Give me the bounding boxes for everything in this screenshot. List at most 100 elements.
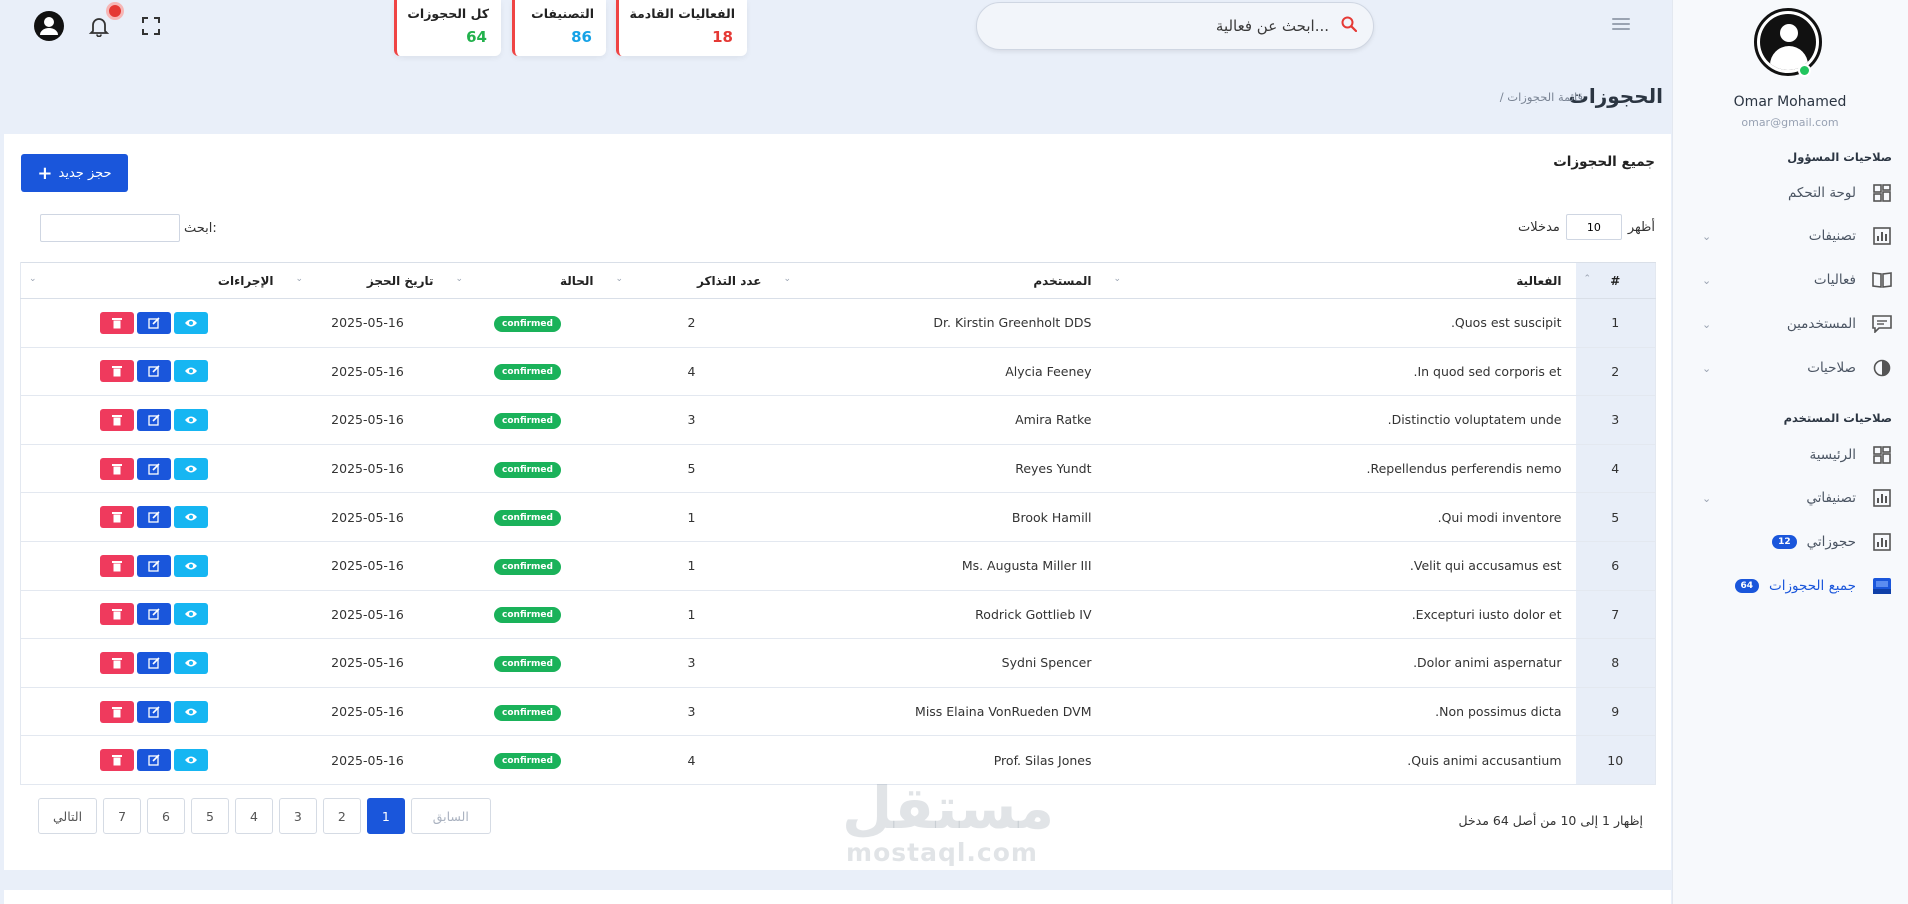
search-input[interactable]	[1019, 17, 1329, 35]
user-cell: Alycia Feeney	[775, 347, 1106, 397]
sidebar-item-home[interactable]: الرئيسية	[1672, 438, 1908, 472]
sidebar-item-dashboard[interactable]: لوحة التحكم	[1672, 176, 1908, 210]
watermark-latin: mostaql.com	[846, 838, 1038, 867]
pie-icon	[1872, 358, 1892, 378]
pagination-page[interactable]: 6	[147, 798, 185, 834]
table-row: 1 Quos est suscipit. Dr. Kirstin Greenholt…	[20, 298, 1656, 348]
chart-icon	[1872, 226, 1892, 246]
column-header-actions[interactable]: الإجراءات ⌄	[20, 262, 288, 299]
pagination-page[interactable]: 7	[103, 798, 142, 834]
pagination-page[interactable]: 4	[234, 798, 273, 834]
watermark: مستقل mostaql.com	[842, 778, 1054, 867]
eye-icon	[185, 562, 198, 570]
edit-button[interactable]	[137, 651, 172, 674]
user-avatar[interactable]	[1754, 8, 1822, 76]
sidebar-item-my-categories[interactable]: تصنيفاتي ⌄	[1672, 481, 1908, 515]
sidebar-item-all-bookings[interactable]: جميع الحجوزات 64	[1672, 569, 1908, 603]
book-icon	[1872, 270, 1892, 290]
view-button[interactable]	[174, 457, 209, 480]
edit-icon	[148, 657, 160, 669]
profile-icon[interactable]	[33, 10, 65, 42]
delete-button[interactable]	[100, 457, 135, 480]
menu-toggle-icon[interactable]	[1612, 18, 1630, 32]
eye-icon	[185, 756, 198, 764]
delete-button[interactable]	[100, 603, 135, 626]
pagination-page[interactable]: 3	[278, 798, 317, 834]
table-row: 5 Qui modi inventore. Brook Hamill 1 confirm…	[20, 492, 1656, 542]
edit-icon	[148, 365, 160, 378]
table-row: 4 Repellendus perferendis nemo. Reyes Yund…	[20, 444, 1656, 494]
column-header-event[interactable]: الفعالية ⌄	[1105, 262, 1576, 299]
tickets-cell: 4	[607, 347, 776, 397]
edit-button[interactable]	[137, 603, 172, 626]
delete-button[interactable]	[100, 749, 135, 772]
view-button[interactable]	[174, 311, 209, 334]
pagination-prev[interactable]: السابق	[410, 798, 491, 834]
sidebar-item-events[interactable]: فعاليات ⌄	[1672, 263, 1908, 297]
new-booking-label: حجز جديد	[58, 165, 112, 181]
view-button[interactable]	[174, 360, 209, 383]
view-button[interactable]	[174, 749, 209, 772]
edit-button[interactable]	[137, 408, 172, 431]
delete-button[interactable]	[100, 554, 135, 577]
view-button[interactable]	[174, 651, 209, 674]
sort-icon: ⌄	[295, 274, 304, 284]
sidebar-item-categories[interactable]: تصنيفات ⌄	[1672, 219, 1908, 253]
table-info: إظهار 1 إلى 10 من أصل 64 مدخل	[1458, 813, 1643, 828]
view-button[interactable]	[174, 408, 209, 431]
delete-button[interactable]	[100, 506, 135, 529]
edit-button[interactable]	[137, 311, 172, 334]
delete-button[interactable]	[100, 408, 135, 431]
delete-button[interactable]	[100, 360, 135, 383]
date-cell: 2025-05-16	[287, 395, 448, 445]
sidebar-item-users[interactable]: المستخدمين ⌄	[1672, 307, 1908, 341]
status-badge: confirmed	[494, 607, 561, 624]
edit-button[interactable]	[137, 554, 172, 577]
edit-icon	[148, 511, 160, 523]
trash-icon	[112, 414, 123, 426]
pagination-page[interactable]: 2	[322, 798, 361, 834]
edit-button[interactable]	[137, 749, 172, 772]
column-header-tickets[interactable]: عدد التذاكر ⌄	[607, 262, 776, 299]
trash-icon	[112, 463, 123, 475]
edit-button[interactable]	[137, 700, 172, 723]
event-cell: Quos est suscipit.	[1105, 298, 1576, 348]
sidebar-item-label: صلاحيات	[1807, 360, 1856, 376]
breadcrumb[interactable]: / قائمة الحجوزات	[1500, 90, 1583, 104]
delete-button[interactable]	[100, 651, 135, 674]
pagination-next[interactable]: التالي	[38, 798, 98, 834]
delete-button[interactable]	[100, 700, 135, 723]
column-header-status[interactable]: الحالة ⌄	[447, 262, 608, 299]
table-search-input[interactable]	[40, 214, 180, 242]
column-header-date[interactable]: تاريخ الحجز ⌄	[287, 262, 448, 299]
fullscreen-icon[interactable]	[135, 10, 167, 42]
pagination-page[interactable]: 5	[191, 798, 229, 834]
column-header-user[interactable]: المستخدم ⌄	[775, 262, 1106, 299]
date-cell: 2025-05-16	[287, 492, 448, 542]
status-badge: confirmed	[494, 704, 561, 721]
actions-cell	[20, 735, 288, 785]
edit-button[interactable]	[137, 360, 172, 383]
status-cell: confirmed	[447, 395, 608, 445]
tickets-cell: 1	[607, 590, 776, 640]
page-length-input[interactable]	[1565, 214, 1622, 240]
bookings-card: جميع الحجوزات + حجز جديد أظهر مدخلات ابح…	[4, 134, 1671, 870]
edit-button[interactable]	[137, 506, 172, 529]
pagination-page-current[interactable]: 1	[366, 798, 405, 834]
delete-button[interactable]	[100, 311, 135, 334]
new-booking-button[interactable]: + حجز جديد	[21, 154, 128, 192]
sidebar-item-my-bookings[interactable]: حجوزاتي 12	[1672, 525, 1908, 559]
date-cell: 2025-05-16	[287, 590, 448, 640]
view-button[interactable]	[174, 603, 209, 626]
actions-cell	[20, 444, 288, 494]
view-button[interactable]	[174, 700, 209, 723]
view-button[interactable]	[174, 506, 209, 529]
status-cell: confirmed	[447, 347, 608, 397]
sidebar-item-permissions[interactable]: صلاحيات ⌄	[1672, 351, 1908, 385]
user-cell: Amira Ratke	[775, 395, 1106, 445]
view-button[interactable]	[174, 554, 209, 577]
edit-button[interactable]	[137, 457, 172, 480]
stat-value: 64	[466, 28, 487, 46]
search-box[interactable]	[976, 2, 1374, 50]
column-header-index[interactable]: # ⌃	[1575, 262, 1656, 299]
